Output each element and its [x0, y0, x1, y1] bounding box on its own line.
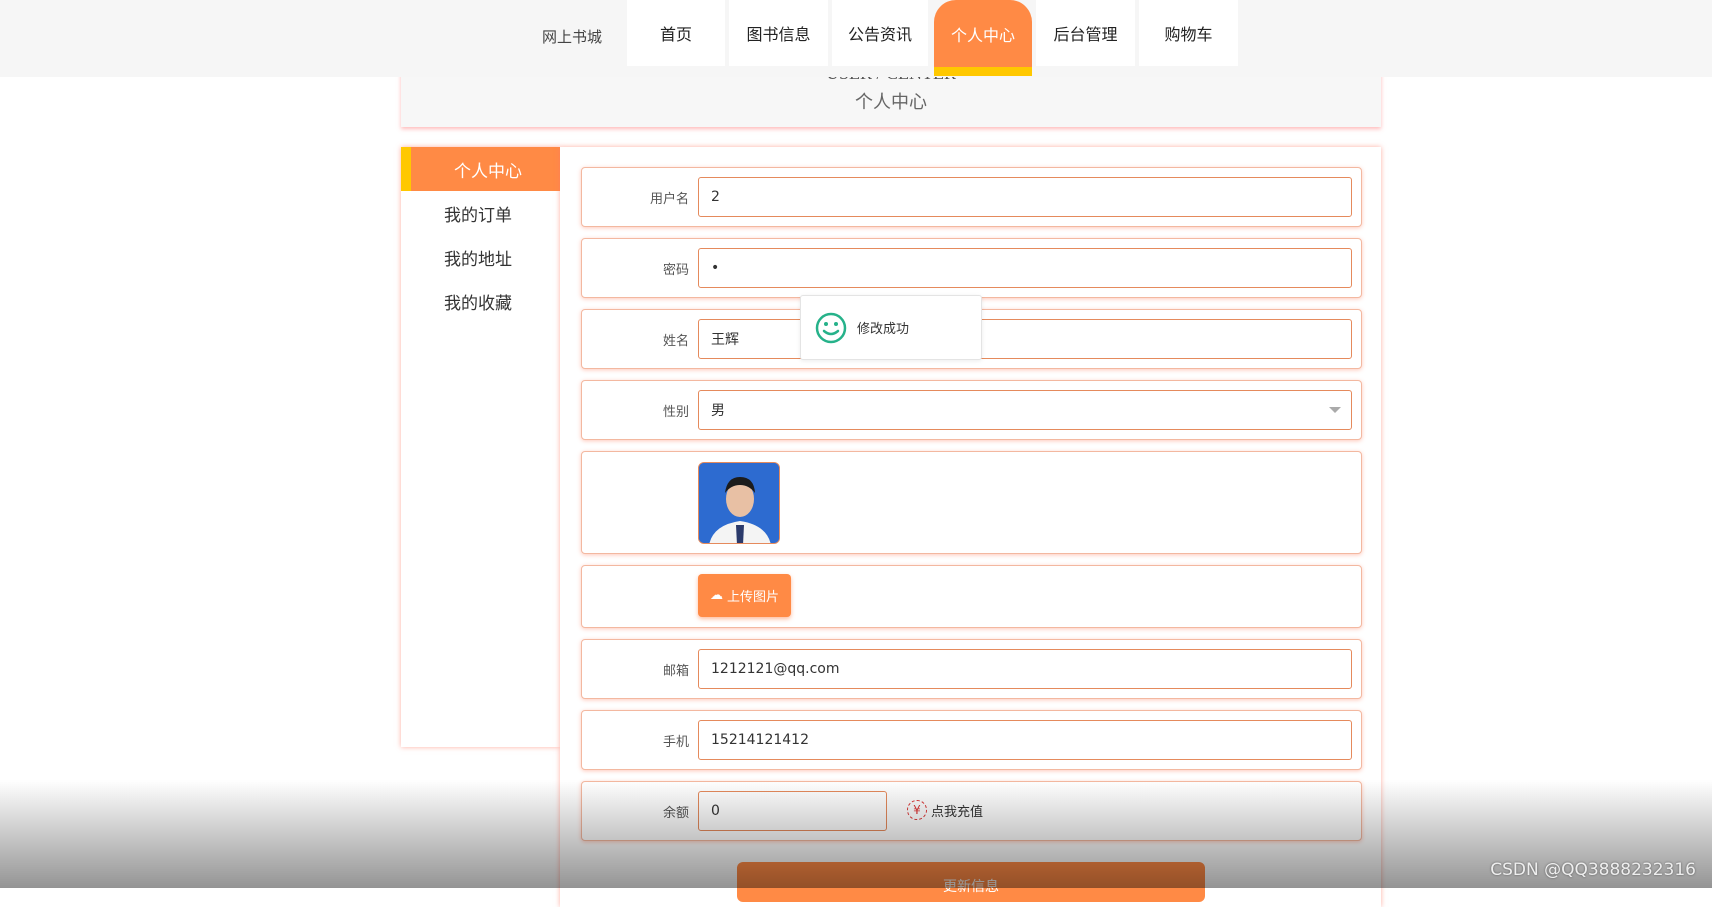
recharge-link[interactable]: ¥ 点我充值 — [907, 800, 983, 820]
cloud-upload-icon: ☁ — [709, 588, 723, 603]
chevron-down-icon — [1329, 407, 1341, 413]
password-input[interactable]: • — [698, 248, 1352, 288]
password-label: 密码 — [662, 263, 689, 278]
sidebar-item-user-center[interactable]: 个人中心 — [401, 147, 560, 191]
tab-user-center[interactable]: 个人中心 — [934, 0, 1032, 76]
phone-row: 手机 15214121412 — [581, 710, 1362, 770]
email-label: 邮箱 — [662, 664, 689, 679]
phone-label: 手机 — [662, 735, 689, 750]
tab-books[interactable]: 图书信息 — [729, 0, 828, 66]
profile-form: 用户名 2 密码 • 姓名 王辉 性别 男 ☁ 上传图片 邮箱 1212121@q… — [560, 147, 1381, 907]
sidebar-item-address[interactable]: 我的地址 — [401, 235, 560, 279]
success-toast: 修改成功 — [800, 295, 982, 360]
brand[interactable]: 网上书城 — [542, 26, 602, 47]
tab-admin[interactable]: 后台管理 — [1036, 0, 1135, 66]
gender-row: 性别 男 — [581, 380, 1362, 440]
top-nav: 网上书城 首页 图书信息 公告资讯 个人中心 后台管理 购物车 — [0, 0, 1712, 77]
upload-row: ☁ 上传图片 — [581, 565, 1362, 628]
username-input[interactable]: 2 — [698, 177, 1352, 217]
tab-cart[interactable]: 购物车 — [1139, 0, 1238, 66]
username-label: 用户名 — [649, 192, 689, 207]
sidebar-item-favorites[interactable]: 我的收藏 — [401, 279, 560, 323]
email-input[interactable]: 1212121@qq.com — [698, 649, 1352, 689]
password-row: 密码 • — [581, 238, 1362, 298]
watermark: CSDN @QQ3888232316 — [1490, 860, 1696, 880]
gender-value: 男 — [711, 403, 725, 419]
name-label: 姓名 — [662, 334, 689, 349]
page-title: 个人中心 — [855, 92, 927, 113]
avatar — [698, 462, 780, 544]
yen-icon: ¥ — [907, 800, 927, 820]
sidebar-item-orders[interactable]: 我的订单 — [401, 191, 560, 235]
avatar-row — [581, 451, 1362, 554]
tab-home[interactable]: 首页 — [627, 0, 725, 66]
phone-input[interactable]: 15214121412 — [698, 720, 1352, 760]
tab-news[interactable]: 公告资讯 — [832, 0, 928, 66]
upload-image-button[interactable]: ☁ 上传图片 — [698, 574, 791, 617]
email-row: 邮箱 1212121@qq.com — [581, 639, 1362, 699]
username-row: 用户名 2 — [581, 167, 1362, 227]
gender-select[interactable]: 男 — [698, 390, 1352, 430]
update-info-button[interactable]: 更新信息 — [737, 862, 1205, 902]
sidebar: 个人中心 我的订单 我的地址 我的收藏 — [401, 147, 560, 747]
gender-label: 性别 — [662, 405, 689, 420]
balance-row: 余额 0 ¥ 点我充值 — [581, 781, 1362, 841]
balance-label: 余额 — [662, 806, 689, 821]
toast-message: 修改成功 — [857, 322, 910, 337]
smile-icon — [815, 312, 847, 343]
name-input[interactable]: 王辉 — [698, 319, 1352, 359]
balance-input[interactable]: 0 — [698, 791, 887, 831]
